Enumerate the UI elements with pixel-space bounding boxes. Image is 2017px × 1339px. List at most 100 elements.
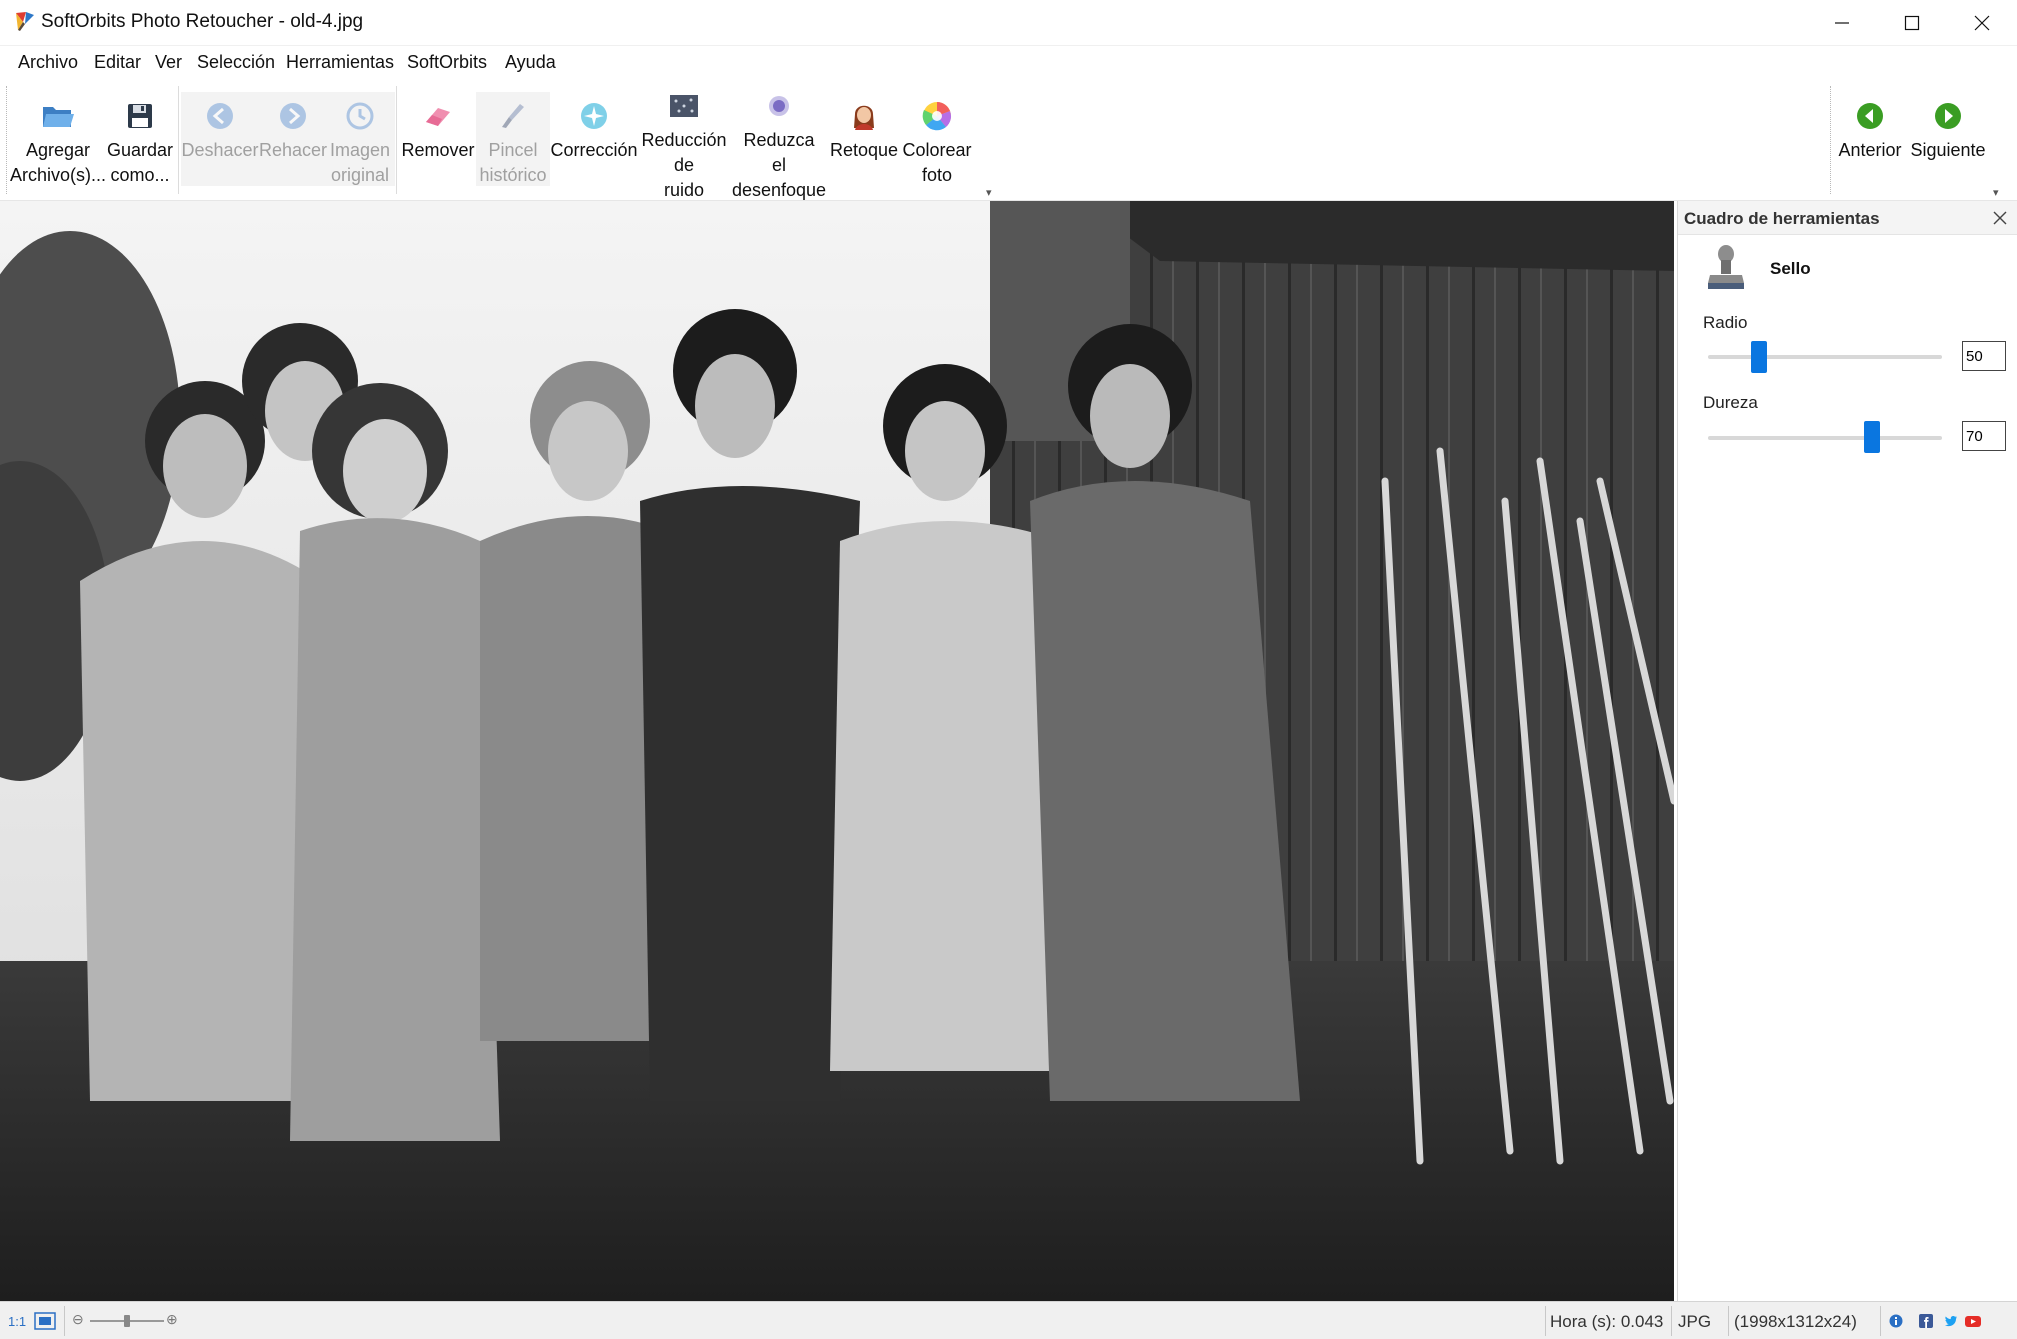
correction-button[interactable]: Corrección (550, 98, 638, 163)
add-files-button[interactable]: Agregar Archivo(s)... (10, 98, 107, 188)
retouch-button[interactable]: Retoque (826, 98, 902, 163)
menu-editar[interactable]: Editar (94, 52, 141, 73)
save-as-label-2: como... (110, 165, 170, 185)
facebook-icon[interactable] (1919, 1314, 1933, 1328)
zoom-in-icon[interactable]: ⊕ (166, 1311, 178, 1328)
deblur-label-2: el (771, 155, 786, 175)
hardness-slider-thumb[interactable] (1863, 421, 1880, 453)
remove-button[interactable]: Remover (400, 98, 476, 163)
undo-label: Deshacer (181, 140, 259, 160)
menu-ver[interactable]: Ver (155, 52, 182, 73)
app-logo-icon (16, 12, 34, 31)
floppy-disk-icon (122, 98, 158, 134)
status-separator (1671, 1306, 1672, 1336)
minimize-button[interactable] (1807, 0, 1877, 46)
redo-label: Rehacer (258, 140, 328, 160)
correction-label: Corrección (550, 140, 638, 160)
panel-close-button[interactable] (1988, 207, 2012, 229)
toolbox-panel: Cuadro de herramientas Sello Radio Durez… (1677, 201, 2017, 1301)
radius-slider-thumb[interactable] (1751, 341, 1768, 373)
hardness-label: Dureza (1703, 393, 1758, 412)
toolbar: Agregar Archivo(s)... Guardar como... De… (0, 80, 2017, 201)
previous-button[interactable]: Anterior (1834, 98, 1906, 163)
close-icon (1993, 211, 2007, 225)
info-icon[interactable] (1889, 1314, 1903, 1328)
noise-reduction-button[interactable]: Reducción de ruido (638, 88, 730, 203)
processing-time: Hora (s): 0.043 (1550, 1312, 1664, 1331)
redo-button[interactable]: Rehacer (258, 98, 328, 163)
maximize-button[interactable] (1877, 0, 1947, 46)
close-button[interactable] (1947, 0, 2017, 46)
zoom-slider[interactable]: ⊖ ⊕ (72, 1311, 182, 1329)
history-icon (342, 98, 378, 134)
youtube-icon[interactable] (1964, 1312, 1982, 1330)
menu-softorbits[interactable]: SoftOrbits (407, 52, 487, 73)
next-button[interactable]: Siguiente (1906, 98, 1990, 163)
status-separator (1545, 1306, 1546, 1336)
undo-icon (202, 98, 238, 134)
status-separator (1728, 1306, 1729, 1336)
colorize-button[interactable]: Colorear foto (898, 98, 976, 188)
face-icon (846, 98, 882, 134)
radius-input[interactable] (1962, 341, 2006, 371)
save-as-label-1: Guardar (106, 140, 174, 160)
noise-icon (666, 88, 702, 124)
original-image-label-1: Imagen (329, 140, 391, 160)
hardness-input[interactable] (1962, 421, 2006, 451)
noise-label-3: ruido (663, 180, 705, 200)
toolbox-header: Cuadro de herramientas (1678, 201, 2017, 235)
zoom-out-icon[interactable]: ⊖ (72, 1311, 84, 1328)
next-label: Siguiente (1910, 140, 1986, 160)
undo-button[interactable]: Deshacer (181, 98, 259, 163)
zoom-thumb[interactable] (124, 1315, 130, 1327)
image-format: JPG (1678, 1312, 1712, 1331)
toolbar-grip[interactable] (1830, 86, 1832, 194)
color-wheel-icon (919, 98, 955, 134)
add-files-label-2: Archivo(s)... (10, 165, 107, 185)
status-bar: 1:1 ⊖ ⊕ Hora (s): 0.043 JPG (1998x1312x2… (0, 1301, 2017, 1339)
arrow-left-icon (1852, 98, 1888, 134)
toolbox-title: Cuadro de herramientas (1684, 209, 1880, 228)
image-dimensions: (1998x1312x24) (1734, 1312, 1857, 1331)
save-as-button[interactable]: Guardar como... (106, 98, 174, 188)
toolbar-grip[interactable] (6, 86, 8, 194)
noise-label-1: Reducción (641, 130, 727, 150)
arrow-right-icon (1930, 98, 1966, 134)
fit-screen-icon[interactable] (34, 1312, 56, 1330)
radius-slider[interactable] (1708, 355, 1942, 359)
stamp-icon (1708, 245, 1744, 289)
menu-ayuda[interactable]: Ayuda (505, 52, 556, 73)
deblur-label-3: desenfoque (731, 180, 827, 200)
retouch-label: Retoque (829, 140, 899, 160)
radius-label: Radio (1703, 313, 1748, 332)
history-brush-button[interactable]: Pincel histórico (476, 98, 550, 188)
status-separator (64, 1306, 65, 1336)
history-brush-label-1: Pincel (488, 140, 538, 160)
minimize-icon (1835, 22, 1849, 24)
zoom-ratio-button[interactable]: 1:1 (8, 1314, 26, 1329)
close-icon (1974, 15, 1990, 31)
previous-label: Anterior (1838, 140, 1902, 160)
tool-name: Sello (1770, 259, 1811, 278)
toolbar-overflow-chevron-icon[interactable]: ▾ (986, 186, 992, 199)
window-title: SoftOrbits Photo Retoucher - old-4.jpg (41, 11, 364, 32)
photo-canvas[interactable] (0, 201, 1674, 1301)
colorize-label-1: Colorear (902, 140, 972, 160)
menu-seleccion[interactable]: Selección (197, 52, 275, 73)
maximize-icon (1904, 15, 1920, 31)
brush-icon (495, 98, 531, 134)
original-image-label-2: original (330, 165, 390, 185)
status-separator (1880, 1306, 1881, 1336)
menu-bar: Archivo Editar Ver Selección Herramienta… (0, 46, 2017, 80)
toolbar-separator (178, 86, 179, 194)
menu-herramientas[interactable]: Herramientas (286, 52, 394, 73)
hardness-slider[interactable] (1708, 436, 1942, 440)
original-image-button[interactable]: Imagen original (328, 98, 392, 188)
correction-icon (576, 98, 612, 134)
menu-archivo[interactable]: Archivo (18, 52, 78, 73)
deblur-button[interactable]: Reduzca el desenfoque (728, 88, 830, 203)
photo-image (0, 201, 1674, 1301)
remove-label: Remover (401, 140, 475, 160)
toolbar-overflow-chevron-icon[interactable]: ▾ (1993, 186, 1999, 199)
twitter-icon[interactable] (1944, 1314, 1958, 1328)
